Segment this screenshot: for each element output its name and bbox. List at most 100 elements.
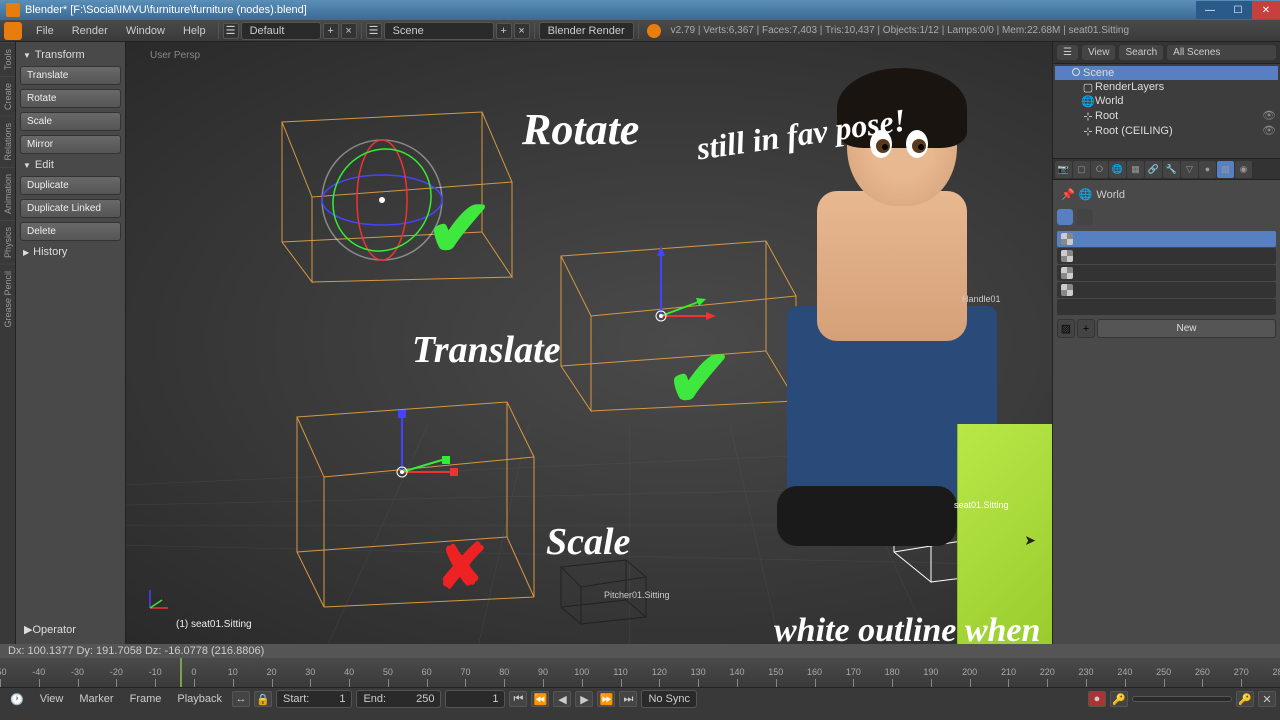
current-frame-field[interactable]: 1 xyxy=(445,690,505,708)
vtab-animation[interactable]: Animation xyxy=(0,167,15,220)
operator-header[interactable]: ▶Operator xyxy=(20,619,121,640)
search-menu[interactable]: Search xyxy=(1119,45,1163,60)
brush-tex-button[interactable] xyxy=(1077,209,1093,225)
timeline-ruler[interactable]: -50-40-30-20-100102030405060708090100110… xyxy=(0,658,1280,688)
menu-file[interactable]: File xyxy=(28,23,62,39)
world-tex-button[interactable] xyxy=(1057,209,1073,225)
menu-render[interactable]: Render xyxy=(64,23,116,39)
keyframe-next-button[interactable]: ⏩ xyxy=(597,691,615,707)
keying-set-dropdown[interactable] xyxy=(1132,696,1232,702)
prop-constraints-tab[interactable]: 🔗 xyxy=(1145,161,1162,178)
blender-logo-icon[interactable] xyxy=(4,22,22,40)
scene-dropdown[interactable]: Scene xyxy=(384,22,494,40)
tl-frame-menu[interactable]: Frame xyxy=(124,691,168,707)
close-button[interactable]: ✕ xyxy=(1252,1,1280,19)
viewport-3d[interactable]: User Persp xyxy=(126,42,1052,644)
lock-toggle[interactable]: 🔒 xyxy=(254,691,272,707)
outliner-item-rootceiling[interactable]: Root (CEILING) xyxy=(1095,125,1173,137)
texture-browse-button[interactable]: ▨ xyxy=(1057,319,1075,338)
delete-button[interactable]: Delete xyxy=(20,222,121,241)
end-frame-field[interactable]: End: 250 xyxy=(356,690,441,708)
filter-dropdown[interactable]: All Scenes xyxy=(1167,45,1276,60)
texture-slot[interactable] xyxy=(1057,248,1276,264)
insert-keyframe-button[interactable]: 🔑 xyxy=(1236,691,1254,707)
prop-texture-tab[interactable]: ▨ xyxy=(1217,161,1234,178)
playhead[interactable] xyxy=(180,658,182,687)
jump-end-button[interactable]: ⏭ xyxy=(619,691,637,707)
duplicate-button[interactable]: Duplicate xyxy=(20,176,121,195)
start-frame-field[interactable]: Start: 1 xyxy=(276,690,352,708)
texture-slot[interactable] xyxy=(1057,265,1276,281)
transform-header[interactable]: ▼Transform xyxy=(20,46,121,64)
keying-set-button[interactable]: 🔑 xyxy=(1110,691,1128,707)
visibility-icon[interactable]: 👁 xyxy=(1262,109,1276,122)
vtab-create[interactable]: Create xyxy=(0,76,15,116)
texture-add-button[interactable]: + xyxy=(1077,319,1095,338)
vtab-tools[interactable]: Tools xyxy=(0,42,15,76)
editor-type-button[interactable]: ☰ xyxy=(1057,45,1078,60)
prop-physics-tab[interactable]: ◉ xyxy=(1235,161,1252,178)
outliner-item-root[interactable]: Root xyxy=(1095,110,1118,122)
delete-keyframe-button[interactable]: ✕ xyxy=(1258,691,1276,707)
render-engine-dropdown[interactable]: Blender Render xyxy=(539,22,634,40)
texture-slot[interactable] xyxy=(1057,282,1276,298)
prop-modifiers-tab[interactable]: 🔧 xyxy=(1163,161,1180,178)
prop-material-tab[interactable]: ● xyxy=(1199,161,1216,178)
outliner-item-scene[interactable]: Scene xyxy=(1083,67,1114,79)
checkmark-icon: ✔ xyxy=(426,182,493,275)
menu-window[interactable]: Window xyxy=(118,23,173,39)
tl-playback-menu[interactable]: Playback xyxy=(171,691,228,707)
prop-object-tab[interactable]: ▦ xyxy=(1127,161,1144,178)
duplicate-linked-button[interactable]: Duplicate Linked xyxy=(20,199,121,218)
tl-marker-menu[interactable]: Marker xyxy=(73,691,119,707)
outliner-item-renderlayers[interactable]: RenderLayers xyxy=(1095,81,1164,93)
prop-render-tab[interactable]: 📷 xyxy=(1055,161,1072,178)
translate-button[interactable]: Translate xyxy=(20,66,121,85)
scene-add-button[interactable]: + xyxy=(496,23,512,39)
breadcrumb[interactable]: World xyxy=(1096,189,1125,201)
view-menu[interactable]: View xyxy=(1082,45,1116,60)
prop-renderlayers-tab[interactable]: ▢ xyxy=(1073,161,1090,178)
timeline-tick-label: 30 xyxy=(305,667,315,677)
new-texture-button[interactable]: New xyxy=(1097,319,1276,338)
layout-remove-button[interactable]: × xyxy=(341,23,357,39)
tl-view-menu[interactable]: View xyxy=(34,691,70,707)
visibility-icon[interactable]: 👁 xyxy=(1262,124,1276,137)
screen-browse-button[interactable]: ☰ xyxy=(223,23,239,39)
scene-browse-button[interactable]: ☰ xyxy=(366,23,382,39)
history-header[interactable]: ▶History xyxy=(20,243,121,261)
prop-data-tab[interactable]: ▽ xyxy=(1181,161,1198,178)
mirror-button[interactable]: Mirror xyxy=(20,135,121,154)
vtab-physics[interactable]: Physics xyxy=(0,220,15,264)
rotate-button[interactable]: Rotate xyxy=(20,89,121,108)
play-button[interactable]: ▶ xyxy=(575,691,593,707)
maximize-button[interactable]: ☐ xyxy=(1224,1,1252,19)
texture-slot[interactable] xyxy=(1057,231,1276,247)
timeline-tick-label: 220 xyxy=(1040,667,1055,677)
tl-editor-type[interactable]: 🕐 xyxy=(4,691,30,708)
keyframe-prev-button[interactable]: ⏪ xyxy=(531,691,549,707)
play-reverse-button[interactable]: ◀ xyxy=(553,691,571,707)
layout-dropdown[interactable]: Default xyxy=(241,22,321,40)
scale-button[interactable]: Scale xyxy=(20,112,121,131)
menu-help[interactable]: Help xyxy=(175,23,214,39)
timeline: -50-40-30-20-100102030405060708090100110… xyxy=(0,658,1280,720)
prop-scene-tab[interactable]: ⭘ xyxy=(1091,161,1108,178)
pin-icon[interactable]: 📌 xyxy=(1061,188,1075,201)
layout-add-button[interactable]: + xyxy=(323,23,339,39)
scene-remove-button[interactable]: × xyxy=(514,23,530,39)
vtab-relations[interactable]: Relations xyxy=(0,116,15,167)
timeline-tick-label: 230 xyxy=(1079,667,1094,677)
prop-world-tab[interactable]: 🌐 xyxy=(1109,161,1126,178)
auto-keyframe-button[interactable]: ● xyxy=(1088,691,1106,707)
sync-dropdown[interactable]: No Sync xyxy=(641,690,697,708)
anno-scale: Scale xyxy=(546,520,630,564)
minimize-button[interactable]: — xyxy=(1196,1,1224,19)
vtab-grease[interactable]: Grease Pencil xyxy=(0,264,15,334)
outliner-item-world[interactable]: World xyxy=(1095,95,1124,107)
jump-start-button[interactable]: ⏮ xyxy=(509,691,527,707)
outliner[interactable]: ⭘Scene ▢RenderLayers 🌐World ⊹Root👁 ⊹Root… xyxy=(1053,64,1280,158)
range-toggle[interactable]: ↔ xyxy=(232,691,250,707)
edit-header[interactable]: ▼Edit xyxy=(20,156,121,174)
texture-slot[interactable] xyxy=(1057,299,1276,315)
